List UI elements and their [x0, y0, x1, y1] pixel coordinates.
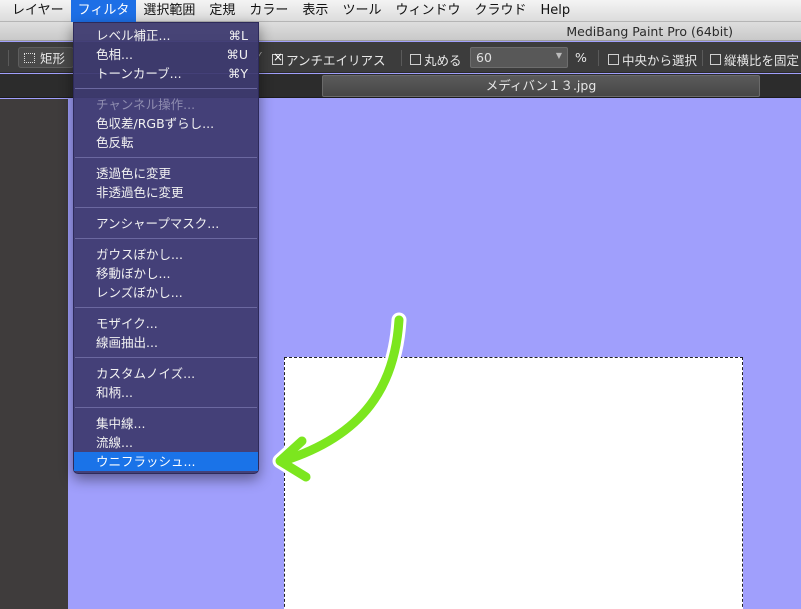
menu-separator — [75, 407, 257, 408]
menu-item-hue[interactable]: 色相... ⌘U — [74, 45, 258, 64]
menu-selection[interactable]: 選択範囲 — [136, 0, 202, 22]
center-select-label: 中央から選択 — [622, 53, 698, 68]
fixed-ratio-option[interactable]: 縦横比を固定 — [710, 50, 799, 69]
menu-item-label: トーンカーブ... — [96, 66, 182, 81]
round-value: 60 — [476, 50, 492, 65]
menu-item-unsharp-mask[interactable]: アンシャープマスク... — [74, 214, 258, 233]
menu-help[interactable]: Help — [533, 0, 577, 22]
round-value-select[interactable]: 60 ▼ — [470, 47, 568, 68]
selection-shape-label: 矩形 — [40, 51, 66, 66]
round-label: 丸める — [424, 53, 462, 68]
menu-color[interactable]: カラー — [242, 0, 295, 22]
menu-item-to-opaque[interactable]: 非透過色に変更 — [74, 183, 258, 202]
menu-view[interactable]: 表示 — [295, 0, 335, 22]
center-select-checkbox[interactable] — [608, 54, 619, 65]
percent-label: % — [575, 50, 587, 65]
menu-item-invert-color[interactable]: 色反転 — [74, 133, 258, 152]
menu-separator — [75, 157, 257, 158]
toolbar-divider — [598, 50, 599, 66]
fixed-ratio-label: 縦横比を固定 — [724, 53, 800, 68]
document-tab[interactable]: メディバン１３.jpg — [322, 75, 760, 97]
antialias-label: アンチエイリアス — [286, 53, 386, 68]
menu-item-label: 色相... — [96, 47, 133, 62]
menu-item-mosaic[interactable]: モザイク... — [74, 314, 258, 333]
menu-tool[interactable]: ツール — [335, 0, 388, 22]
menu-bar: レイヤー フィルタ 選択範囲 定規 カラー 表示 ツール ウィンドウ クラウド … — [0, 0, 801, 22]
filter-dropdown-menu: レベル補正... ⌘L 色相... ⌘U トーンカーブ... ⌘Y チャンネル操… — [73, 22, 259, 474]
menu-ruler[interactable]: 定規 — [202, 0, 242, 22]
menu-item-lens-blur[interactable]: レンズぼかし... — [74, 283, 258, 302]
menu-item-motion-blur[interactable]: 移動ぼかし... — [74, 264, 258, 283]
menu-window[interactable]: ウィンドウ — [388, 0, 467, 22]
shortcut-label: ⌘U — [226, 47, 248, 62]
menu-layer[interactable]: レイヤー — [0, 0, 71, 22]
menu-item-japanese-pattern[interactable]: 和柄... — [74, 383, 258, 402]
menu-item-flow-lines[interactable]: 流線... — [74, 433, 258, 452]
menu-cloud[interactable]: クラウド — [467, 0, 533, 22]
antialias-checkbox[interactable] — [272, 50, 283, 65]
menu-item-channel-operation: チャンネル操作... — [96, 97, 196, 112]
fixed-ratio-checkbox[interactable] — [710, 54, 721, 65]
shortcut-label: ⌘L — [228, 28, 248, 43]
menu-separator — [75, 357, 257, 358]
left-side-panel — [0, 99, 68, 609]
percent-unit: % — [575, 50, 587, 65]
menu-item-custom-noise[interactable]: カスタムノイズ... — [74, 364, 258, 383]
round-checkbox[interactable] — [410, 54, 421, 65]
menu-separator — [75, 307, 257, 308]
canvas-selection-area[interactable] — [284, 357, 743, 609]
menu-separator — [75, 207, 257, 208]
menu-item-gaussian-blur[interactable]: ガウスぼかし... — [74, 245, 258, 264]
antialias-option[interactable]: アンチエイリアス — [272, 50, 386, 69]
round-option[interactable]: 丸める — [410, 50, 462, 69]
shortcut-label: ⌘Y — [227, 66, 248, 81]
menu-item-line-extraction[interactable]: 線画抽出... — [74, 333, 258, 352]
menu-item-label: レベル補正... — [96, 28, 171, 43]
window-title: MediBang Paint Pro (64bit) — [566, 24, 733, 39]
rect-selection-icon — [24, 52, 35, 63]
toolbar-divider — [702, 50, 703, 66]
menu-item-level-correction[interactable]: レベル補正... ⌘L — [74, 26, 258, 45]
menu-item-chromatic-aberration[interactable]: 色収差/RGBずらし... — [74, 114, 258, 133]
menu-item-uni-flash[interactable]: ウニフラッシュ... — [74, 452, 258, 471]
menu-separator — [75, 88, 257, 89]
selection-shape-button[interactable]: 矩形 — [18, 47, 74, 68]
dropdown-arrow-icon: ▼ — [555, 51, 562, 60]
menu-filter[interactable]: フィルタ — [70, 0, 137, 22]
center-select-option[interactable]: 中央から選択 — [608, 50, 697, 69]
menu-item-focus-lines[interactable]: 集中線... — [74, 414, 258, 433]
menu-separator — [75, 238, 257, 239]
toolbar-divider — [8, 50, 9, 66]
menu-item-tone-curve[interactable]: トーンカーブ... ⌘Y — [74, 64, 258, 83]
menu-item-to-transparent[interactable]: 透過色に変更 — [74, 164, 258, 183]
toolbar-divider — [401, 50, 402, 66]
